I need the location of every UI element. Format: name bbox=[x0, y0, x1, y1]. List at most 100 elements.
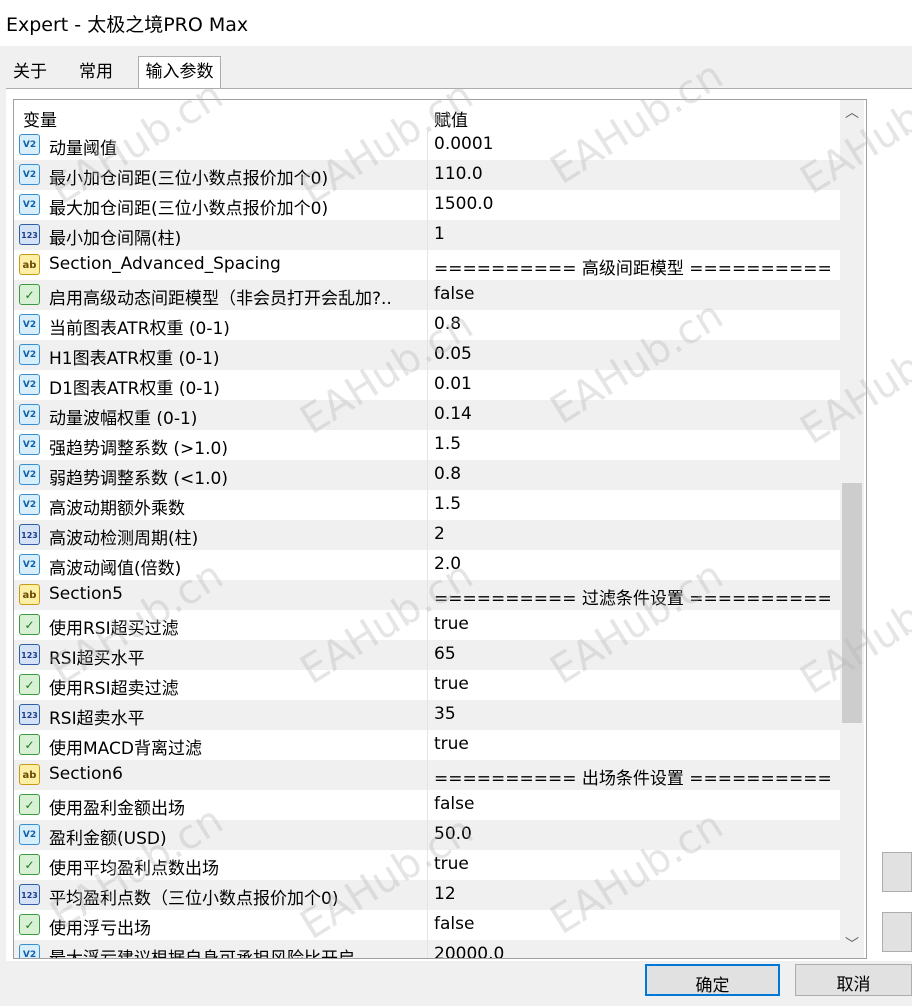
parameter-row[interactable]: ✓ 使用平均盈利点数出场 true bbox=[14, 850, 840, 880]
parameter-value[interactable]: 12 bbox=[434, 884, 456, 904]
parameter-row[interactable]: ✓ 使用RSI超买过滤 true bbox=[14, 610, 840, 640]
parameter-value[interactable]: 1.5 bbox=[434, 494, 461, 514]
parameter-row[interactable]: V2 H1图表ATR权重 (0-1) 0.05 bbox=[14, 340, 840, 370]
parameter-value[interactable]: 50.0 bbox=[434, 824, 472, 844]
parameter-value[interactable]: false bbox=[434, 794, 474, 814]
tab-inputs[interactable]: 输入参数 bbox=[138, 56, 221, 88]
parameter-row[interactable]: 123 最小加仓间隔(柱) 1 bbox=[14, 220, 840, 250]
parameter-value[interactable]: false bbox=[434, 914, 474, 934]
parameter-row[interactable]: V2 D1图表ATR权重 (0-1) 0.01 bbox=[14, 370, 840, 400]
parameter-row[interactable]: ✓ 启用高级动态间距模型（非会员打开会乱加?.. false bbox=[14, 280, 840, 310]
grid-rows: V2 动量阈值 0.0001 V2 最小加仓间距(三位小数点报价加个0) 110.0 V2 最… bbox=[14, 130, 840, 959]
parameter-value[interactable]: ========== 过滤条件设置 ========== bbox=[434, 584, 832, 609]
column-divider bbox=[427, 850, 428, 880]
parameter-row[interactable]: V2 最大浮亏建议根据自身可承担风险比开启 20000.0 bbox=[14, 940, 840, 959]
vertical-scrollbar[interactable]: ︿ ﹀ bbox=[840, 100, 864, 958]
tab-common[interactable]: 常用 bbox=[70, 58, 122, 86]
parameter-value[interactable]: 0.8 bbox=[434, 314, 461, 334]
parameter-name: 最大加仓间距(三位小数点报价加个0) bbox=[49, 199, 329, 219]
bool-icon: ✓ bbox=[19, 854, 40, 875]
column-header-variable[interactable]: 变量 bbox=[23, 106, 57, 131]
parameter-row[interactable]: V2 盈利金额(USD) 50.0 bbox=[14, 820, 840, 850]
parameter-value[interactable]: 0.01 bbox=[434, 374, 472, 394]
int-icon: 123 bbox=[19, 704, 40, 725]
double-icon: V2 bbox=[19, 314, 40, 335]
ok-button[interactable]: 确定 bbox=[645, 964, 780, 996]
column-divider bbox=[427, 190, 428, 220]
parameter-row[interactable]: ab Section5 ========== 过滤条件设置 ========== bbox=[14, 580, 840, 610]
parameter-value[interactable]: true bbox=[434, 854, 469, 874]
parameter-value[interactable]: true bbox=[434, 734, 469, 754]
parameter-row[interactable]: V2 高波动阈值(倍数) 2.0 bbox=[14, 550, 840, 580]
parameter-name: 最大浮亏建议根据自身可承担风险比开启 bbox=[49, 949, 355, 959]
parameter-value[interactable]: 110.0 bbox=[434, 164, 483, 184]
column-divider bbox=[427, 370, 428, 400]
parameter-name: 使用RSI超买过滤 bbox=[49, 619, 179, 639]
parameter-row[interactable]: ab Section6 ========== 出场条件设置 ========== bbox=[14, 760, 840, 790]
bool-icon: ✓ bbox=[19, 734, 40, 755]
side-button-lower[interactable] bbox=[882, 912, 912, 952]
parameter-row[interactable]: 123 高波动检测周期(柱) 2 bbox=[14, 520, 840, 550]
parameter-row[interactable]: ✓ 使用MACD背离过滤 true bbox=[14, 730, 840, 760]
parameter-row[interactable]: ab Section_Advanced_Spacing ========== 高级间… bbox=[14, 250, 840, 280]
parameter-row[interactable]: ✓ 使用浮亏出场 false bbox=[14, 910, 840, 940]
column-header-value[interactable]: 赋值 bbox=[434, 106, 468, 131]
parameter-value[interactable]: 2.0 bbox=[434, 554, 461, 574]
column-divider bbox=[427, 610, 428, 640]
double-icon: V2 bbox=[19, 374, 40, 395]
parameter-value[interactable]: 35 bbox=[434, 704, 456, 724]
parameter-value[interactable]: 1.5 bbox=[434, 434, 461, 454]
side-button-upper[interactable] bbox=[882, 852, 912, 892]
parameter-value[interactable]: 0.8 bbox=[434, 464, 461, 484]
parameter-value[interactable]: true bbox=[434, 614, 469, 634]
parameter-value[interactable]: 1 bbox=[434, 224, 445, 244]
parameter-name: 当前图表ATR权重 (0-1) bbox=[49, 319, 230, 339]
int-icon: 123 bbox=[19, 644, 40, 665]
parameter-value[interactable]: 0.05 bbox=[434, 344, 472, 364]
parameter-name: 强趋势调整系数 (>1.0) bbox=[49, 439, 228, 459]
parameter-row[interactable]: V2 强趋势调整系数 (>1.0) 1.5 bbox=[14, 430, 840, 460]
parameter-row[interactable]: ✓ 使用RSI超卖过滤 true bbox=[14, 670, 840, 700]
parameter-row[interactable]: V2 动量阈值 0.0001 bbox=[14, 130, 840, 160]
tab-about[interactable]: 关于 bbox=[6, 58, 54, 86]
parameter-value[interactable]: ========== 出场条件设置 ========== bbox=[434, 764, 832, 789]
parameter-value[interactable]: 0.0001 bbox=[434, 134, 493, 154]
parameter-name: 使用平均盈利点数出场 bbox=[49, 859, 219, 879]
parameter-row[interactable]: V2 高波动期额外乘数 1.5 bbox=[14, 490, 840, 520]
column-divider bbox=[427, 280, 428, 310]
column-divider bbox=[427, 730, 428, 760]
int-icon: 123 bbox=[19, 884, 40, 905]
double-icon: V2 bbox=[19, 194, 40, 215]
parameter-name: 动量阈值 bbox=[49, 139, 117, 159]
cancel-button[interactable]: 取消 bbox=[795, 964, 912, 996]
parameter-row[interactable]: 123 RSI超卖水平 35 bbox=[14, 700, 840, 730]
parameter-value[interactable]: 1500.0 bbox=[434, 194, 493, 214]
parameter-value[interactable]: 20000.0 bbox=[434, 944, 504, 958]
parameter-row[interactable]: V2 当前图表ATR权重 (0-1) 0.8 bbox=[14, 310, 840, 340]
scroll-down-icon[interactable]: ﹀ bbox=[840, 932, 864, 958]
parameter-value[interactable]: 2 bbox=[434, 524, 445, 544]
parameter-row[interactable]: 123 RSI超买水平 65 bbox=[14, 640, 840, 670]
parameter-value[interactable]: 65 bbox=[434, 644, 456, 664]
parameter-row[interactable]: V2 动量波幅权重 (0-1) 0.14 bbox=[14, 400, 840, 430]
parameter-row[interactable]: V2 最小加仓间距(三位小数点报价加个0) 110.0 bbox=[14, 160, 840, 190]
parameter-name: H1图表ATR权重 (0-1) bbox=[49, 349, 220, 369]
parameter-row[interactable]: ✓ 使用盈利金额出场 false bbox=[14, 790, 840, 820]
parameter-value[interactable]: false bbox=[434, 284, 474, 304]
bool-icon: ✓ bbox=[19, 794, 40, 815]
parameter-value[interactable]: true bbox=[434, 674, 469, 694]
double-icon: V2 bbox=[19, 404, 40, 425]
parameter-row[interactable]: 123 平均盈利点数（三位小数点报价加个0) 12 bbox=[14, 880, 840, 910]
column-divider bbox=[427, 400, 428, 430]
parameter-value[interactable]: ========== 高级间距模型 ========== bbox=[434, 254, 832, 279]
double-icon: V2 bbox=[19, 434, 40, 455]
parameter-name: RSI超买水平 bbox=[49, 649, 145, 669]
parameter-name: RSI超卖水平 bbox=[49, 709, 145, 729]
parameter-value[interactable]: 0.14 bbox=[434, 404, 472, 424]
parameter-row[interactable]: V2 弱趋势调整系数 (<1.0) 0.8 bbox=[14, 460, 840, 490]
parameter-name: 使用RSI超卖过滤 bbox=[49, 679, 179, 699]
int-icon: 123 bbox=[19, 524, 40, 545]
scrollbar-thumb[interactable] bbox=[842, 483, 862, 723]
scroll-up-icon[interactable]: ︿ bbox=[840, 100, 864, 126]
parameter-row[interactable]: V2 最大加仓间距(三位小数点报价加个0) 1500.0 bbox=[14, 190, 840, 220]
